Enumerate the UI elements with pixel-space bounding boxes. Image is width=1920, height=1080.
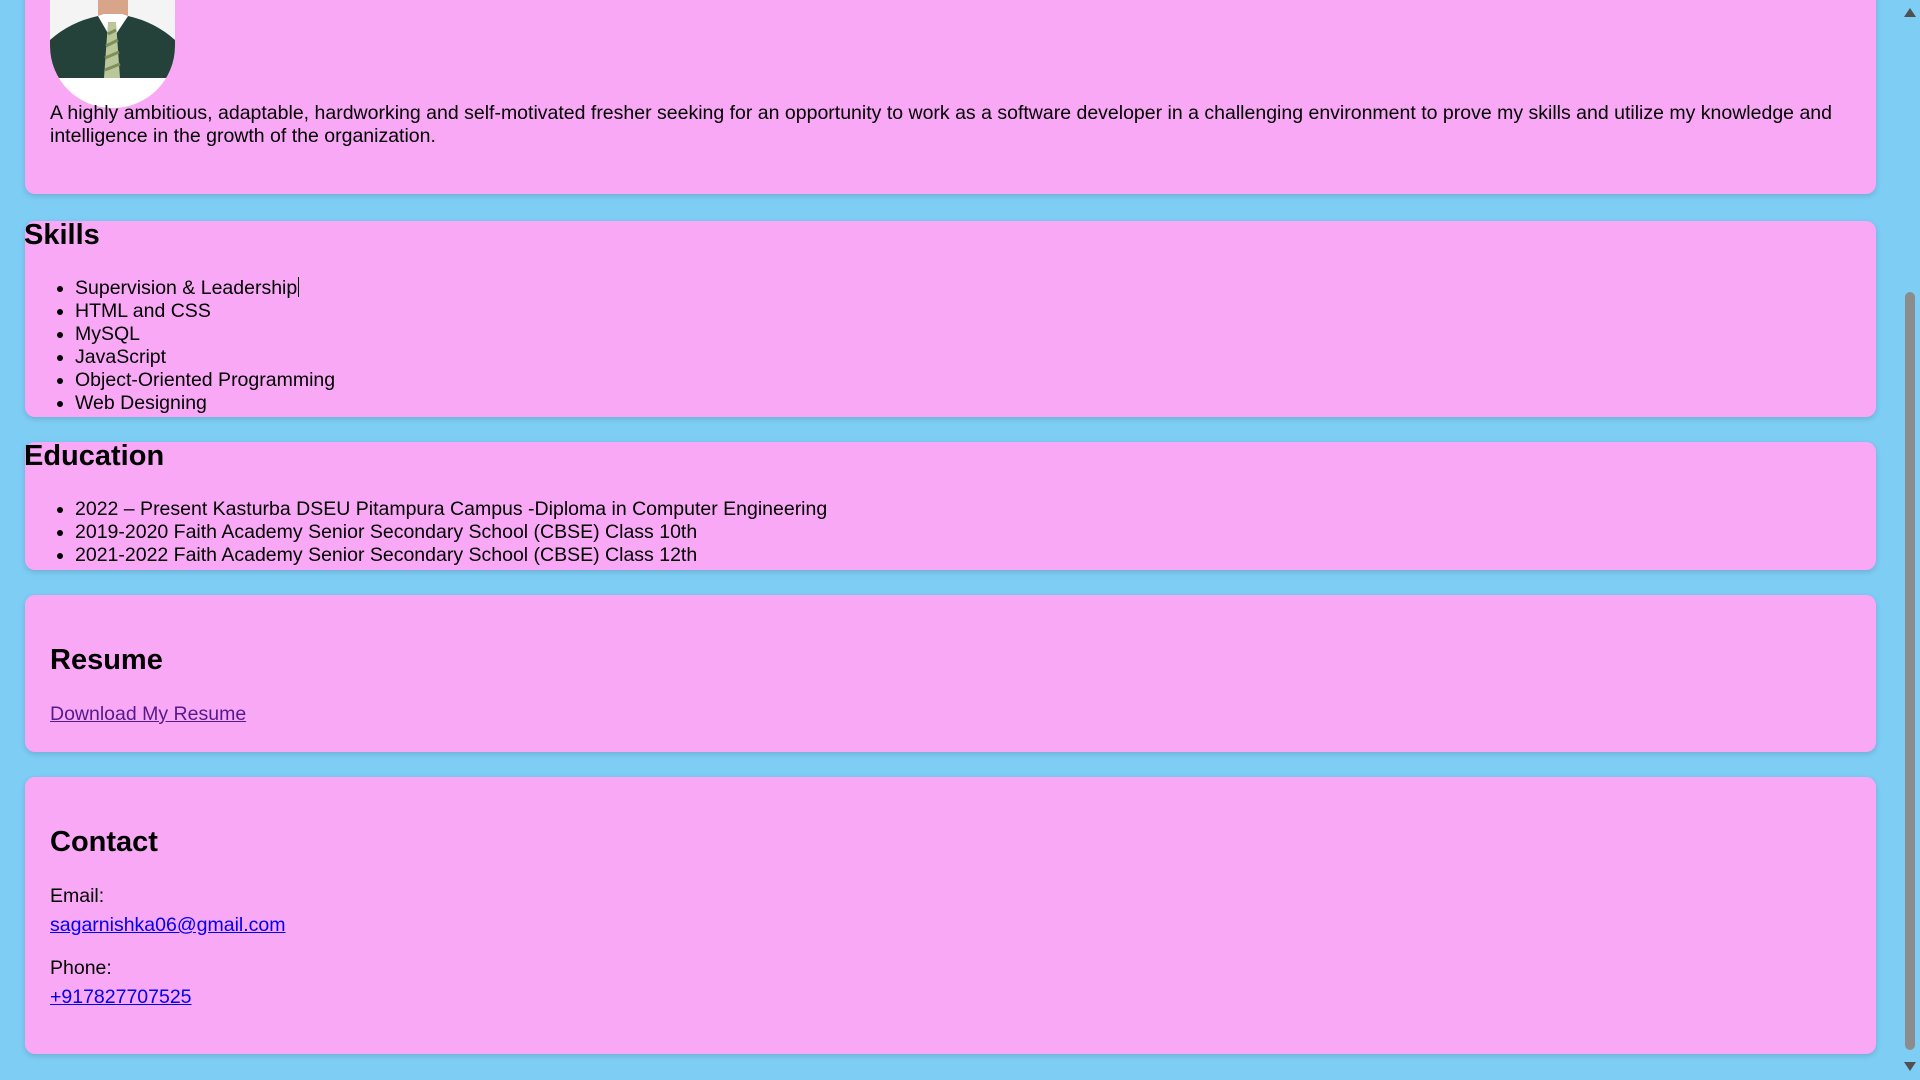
avatar-image xyxy=(50,0,175,78)
about-section: A highly ambitious, adaptable, hardworki… xyxy=(25,0,1876,194)
phone-link[interactable]: +917827707525 xyxy=(50,986,192,1009)
list-item: 2019-2020 Faith Academy Senior Secondary… xyxy=(75,521,827,544)
contact-title: Contact xyxy=(50,826,158,858)
phone-label: Phone: xyxy=(50,957,112,979)
skills-title: Skills xyxy=(24,219,100,251)
email-label: Email: xyxy=(50,885,105,907)
resume-title: Resume xyxy=(50,644,163,676)
download-resume-link[interactable]: Download My Resume xyxy=(50,703,246,726)
skill-text: Supervision & Leadership xyxy=(75,277,298,299)
page: A highly ambitious, adaptable, hardworki… xyxy=(0,0,1900,1080)
text-cursor xyxy=(298,277,300,297)
about-summary: A highly ambitious, adaptable, hardworki… xyxy=(50,102,1832,147)
list-item: JavaScript xyxy=(75,346,335,369)
skills-list: Supervision & Leadership HTML and CSS My… xyxy=(25,277,335,415)
resume-section: Resume Download My Resume xyxy=(25,595,1876,752)
triangle-up-icon[interactable] xyxy=(1904,8,1916,17)
list-item: Web Designing xyxy=(75,392,335,415)
list-item: Supervision & Leadership xyxy=(75,277,335,300)
contact-section: Contact Email: sagarnishka06@gmail.com P… xyxy=(25,777,1876,1054)
list-item: MySQL xyxy=(75,323,335,346)
email-link[interactable]: sagarnishka06@gmail.com xyxy=(50,914,286,937)
education-section: Education 2022 – Present Kasturba DSEU P… xyxy=(24,440,1876,570)
scrollbar-thumb[interactable] xyxy=(1905,292,1915,1050)
education-title: Education xyxy=(24,440,165,472)
profile-avatar xyxy=(50,0,175,108)
list-item: 2021-2022 Faith Academy Senior Secondary… xyxy=(75,544,827,567)
education-list: 2022 – Present Kasturba DSEU Pitampura C… xyxy=(25,498,827,567)
list-item: HTML and CSS xyxy=(75,300,335,323)
skills-section: Skills Supervision & Leadership HTML and… xyxy=(24,219,1876,417)
vertical-scrollbar[interactable] xyxy=(1900,0,1920,1080)
list-item: 2022 – Present Kasturba DSEU Pitampura C… xyxy=(75,498,827,521)
list-item: Object-Oriented Programming xyxy=(75,369,335,392)
triangle-down-icon[interactable] xyxy=(1904,1062,1916,1071)
